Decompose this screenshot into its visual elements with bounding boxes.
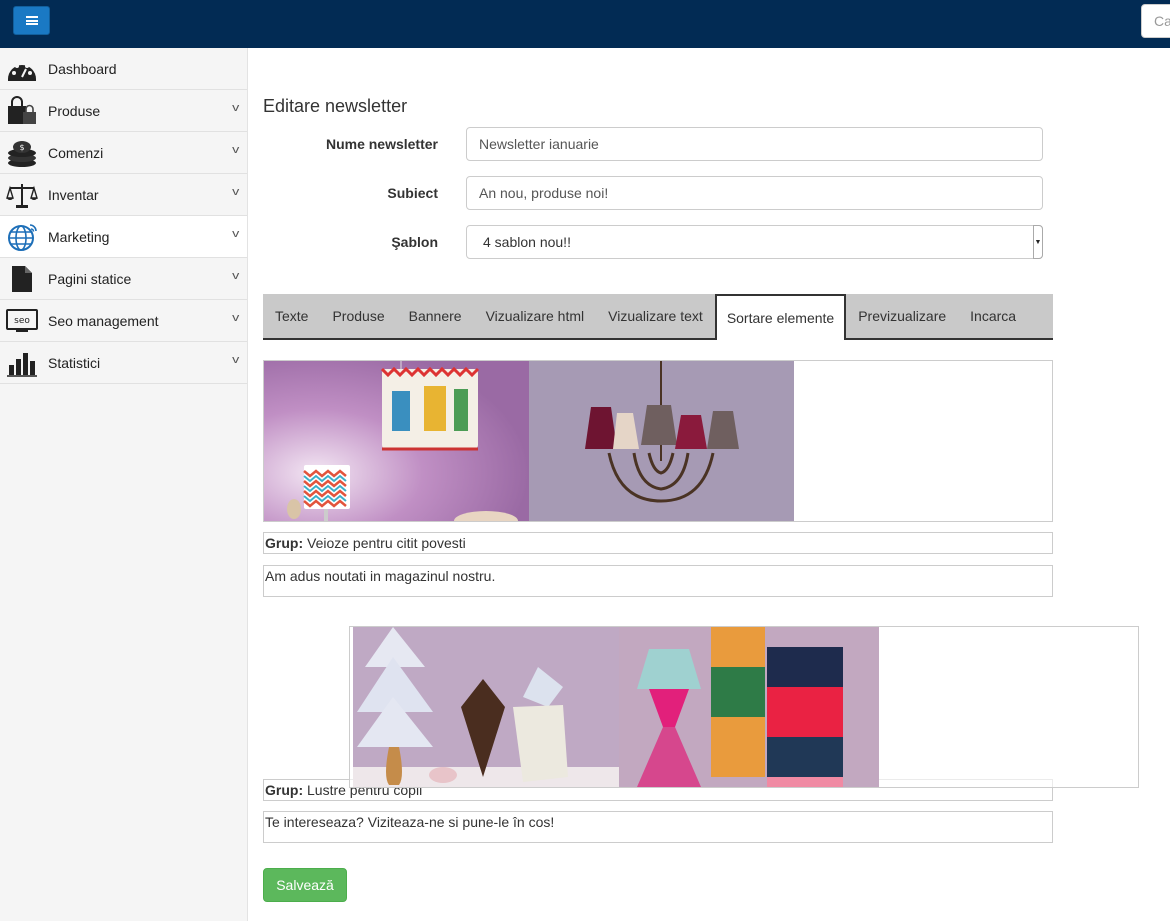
newsletter-name-input[interactable]: Newsletter ianuarie (466, 127, 1043, 161)
svg-text:$: $ (19, 143, 24, 152)
tab-vizualizare-text[interactable]: Vizualizare text (596, 294, 715, 338)
sidebar-item-pagini-statice[interactable]: Pagini statice v (0, 258, 247, 300)
dashboard-icon (5, 54, 39, 84)
sidebar-item-label: Inventar (48, 186, 99, 203)
group-name: Veioze pentru citit povesti (307, 535, 466, 551)
menu-toggle-button[interactable] (13, 6, 50, 35)
shopping-bags-icon (5, 95, 39, 126)
tab-sortare-elemente[interactable]: Sortare elemente (714, 294, 847, 340)
sidebar-item-marketing[interactable]: Marketing v (0, 216, 247, 258)
sidebar-item-dashboard[interactable]: Dashboard (0, 48, 247, 90)
tab-texte[interactable]: Texte (263, 294, 320, 338)
chevron-down-icon: v (231, 228, 239, 240)
sidebar-item-inventar[interactable]: Inventar v (0, 174, 247, 216)
tab-incarca[interactable]: Incarca (958, 294, 1028, 338)
group-text-row[interactable]: Am adus noutati in magazinul nostru. (263, 565, 1053, 597)
sidebar-item-comenzi[interactable]: $ Comenzi v (0, 132, 247, 174)
seo-monitor-icon: seo (5, 306, 39, 336)
page-icon (5, 264, 39, 294)
product-image (619, 627, 879, 787)
product-image (529, 361, 794, 521)
tab-produse[interactable]: Produse (320, 294, 396, 338)
bar-chart-icon (5, 348, 39, 378)
main-content: Editare newsletter Nume newsletter Newsl… (248, 48, 1170, 921)
subject-input[interactable]: An nou, produse noi! (466, 176, 1043, 210)
svg-text:seo: seo (14, 316, 30, 326)
dragged-group-images-box[interactable] (349, 626, 1139, 788)
template-select[interactable]: 4 sablon nou!! ▼ (466, 225, 1043, 259)
sidebar-item-label: Marketing (48, 228, 110, 245)
group-label: Grup: (265, 535, 304, 551)
sidebar-item-statistici[interactable]: Statistici v (0, 342, 247, 384)
hamburger-icon (25, 16, 38, 25)
page-title: Editare newsletter (263, 96, 408, 116)
sidebar-item-label: Pagini statice (48, 270, 132, 287)
group-text-row[interactable]: Te intereseaza? Viziteaza-ne si pune-le … (263, 811, 1053, 843)
sidebar-item-label: Dashboard (48, 60, 117, 77)
group-images-box[interactable] (263, 360, 1053, 522)
tab-vizualizare-html[interactable]: Vizualizare html (474, 294, 597, 338)
chevron-down-icon: v (231, 102, 239, 114)
template-select-value: 4 sablon nou!! (483, 234, 571, 250)
chevron-down-icon: v (231, 186, 239, 198)
globe-icon (5, 222, 39, 252)
product-image (353, 627, 619, 787)
sidebar-item-label: Comenzi (48, 144, 104, 161)
sidebar-item-label: Seo management (48, 312, 159, 329)
sidebar-item-label: Statistici (48, 354, 101, 371)
chevron-down-icon: v (231, 354, 239, 366)
chevron-down-icon: v (231, 144, 239, 156)
group-row[interactable]: Grup: Veioze pentru citit povesti (263, 532, 1053, 554)
tab-bannere[interactable]: Bannere (397, 294, 474, 338)
chevron-down-icon: v (231, 270, 239, 282)
search-input[interactable]: Ca (1141, 4, 1170, 38)
newsletter-name-label: Nume newsletter (325, 136, 438, 152)
sidebar-item-label: Produse (48, 102, 101, 119)
group-label: Grup: (265, 782, 304, 798)
sidebar: Dashboard Produse v $ Comenzi v Inventar… (0, 48, 248, 921)
subject-label: Subiect (387, 185, 438, 201)
coins-icon: $ (5, 138, 39, 168)
tab-previzualizare[interactable]: Previzualizare (846, 294, 958, 338)
product-image (264, 361, 529, 521)
top-navbar: Ca (0, 0, 1170, 48)
scale-icon (5, 180, 39, 210)
template-label: Şablon (391, 234, 438, 250)
chevron-down-icon: v (231, 312, 239, 324)
save-button[interactable]: Salvează (263, 868, 347, 902)
sidebar-item-produse[interactable]: Produse v (0, 90, 247, 132)
select-arrow-icon[interactable]: ▼ (1033, 225, 1043, 259)
sidebar-item-seo-management[interactable]: seo Seo management v (0, 300, 247, 342)
editor-tabs: Texte Produse Bannere Vizualizare html V… (263, 294, 1053, 340)
